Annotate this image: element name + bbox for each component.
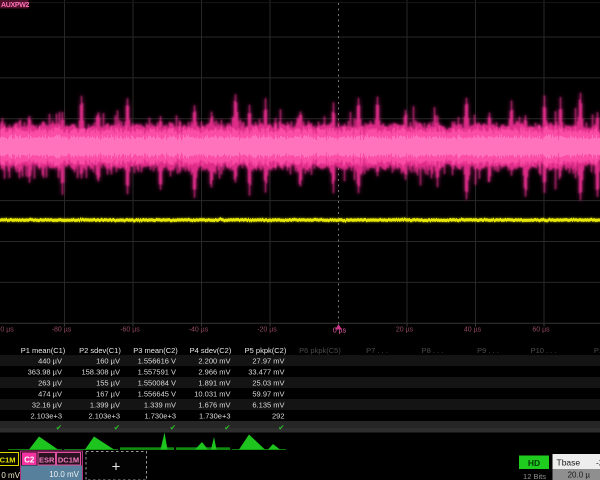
svg-text:1.550084 V: 1.550084 V: [138, 379, 176, 388]
svg-text:-60 µs: -60 µs: [120, 327, 140, 334]
svg-text:0 mV: 0 mV: [1, 471, 20, 480]
svg-text:20.0 µ: 20.0 µ: [568, 471, 591, 480]
svg-text:40 µs: 40 µs: [464, 327, 482, 334]
svg-text:-80 µs: -80 µs: [52, 327, 72, 334]
svg-text:167 µV: 167 µV: [96, 390, 120, 399]
svg-text:33.477 mV: 33.477 mV: [248, 368, 284, 377]
svg-text:P1 mean(C1): P1 mean(C1): [21, 346, 66, 355]
svg-text:440 µV: 440 µV: [38, 357, 62, 366]
svg-text:P10 . . .: P10 . . .: [531, 346, 557, 355]
svg-text:1.556645 V: 1.556645 V: [138, 390, 176, 399]
svg-text:ESR: ESR: [39, 455, 55, 464]
svg-text:DC1M: DC1M: [0, 456, 16, 465]
svg-text:2.103e+3: 2.103e+3: [89, 412, 121, 421]
svg-text:1.339 mV: 1.339 mV: [144, 401, 176, 410]
svg-text:10.031 mV: 10.031 mV: [194, 390, 230, 399]
svg-text:HD: HD: [528, 458, 540, 468]
svg-text:363.98 µV: 363.98 µV: [28, 368, 62, 377]
svg-text:DC1M: DC1M: [58, 455, 79, 464]
svg-text:P2 sdev(C1): P2 sdev(C1): [79, 346, 121, 355]
svg-text:AUXPW2: AUXPW2: [1, 2, 30, 9]
svg-text:27.97 mV: 27.97 mV: [252, 357, 284, 366]
svg-text:59.97 mV: 59.97 mV: [252, 390, 284, 399]
svg-text:✔: ✔: [224, 423, 230, 432]
svg-text:✔: ✔: [170, 423, 176, 432]
svg-text:10.0 mV: 10.0 mV: [49, 470, 79, 479]
svg-text:P6 pkpk(C5): P6 pkpk(C5): [299, 346, 341, 355]
svg-text:12 Bits: 12 Bits: [523, 472, 546, 480]
svg-text:+: +: [112, 459, 121, 476]
svg-text:1.556616 V: 1.556616 V: [138, 357, 176, 366]
svg-text:160 µV: 160 µV: [96, 357, 120, 366]
svg-text:1.676 mV: 1.676 mV: [198, 401, 230, 410]
svg-text:-40 µs: -40 µs: [189, 327, 209, 334]
svg-text:-2: -2: [596, 458, 600, 468]
svg-text:✔: ✔: [114, 423, 120, 432]
svg-text:2.103e+3: 2.103e+3: [31, 412, 63, 421]
svg-text:-20 µs: -20 µs: [257, 327, 277, 334]
svg-text:1.730e+3: 1.730e+3: [145, 412, 177, 421]
svg-text:✔: ✔: [278, 423, 284, 432]
svg-text:263 µV: 263 µV: [38, 379, 62, 388]
svg-text:Tbase: Tbase: [557, 458, 581, 468]
svg-text:2.200 mV: 2.200 mV: [198, 357, 230, 366]
svg-text:292: 292: [272, 412, 285, 421]
svg-text:P4 sdev(C2): P4 sdev(C2): [190, 346, 232, 355]
svg-text:474 µV: 474 µV: [38, 390, 62, 399]
svg-text:6.135 mV: 6.135 mV: [252, 401, 284, 410]
svg-text:20 µs: 20 µs: [396, 327, 414, 334]
svg-text:1.399 µV: 1.399 µV: [90, 401, 120, 410]
svg-text:1.891 mV: 1.891 mV: [198, 379, 230, 388]
svg-text:1.557591 V: 1.557591 V: [138, 368, 176, 377]
svg-text:25.03 mV: 25.03 mV: [252, 379, 284, 388]
svg-text:P1: P1: [594, 346, 600, 355]
svg-text:60 µs: 60 µs: [532, 327, 550, 334]
svg-text:155 µV: 155 µV: [96, 379, 120, 388]
svg-text:2.966 mV: 2.966 mV: [198, 368, 230, 377]
svg-text:158.308 µV: 158.308 µV: [81, 368, 120, 377]
svg-text:32.16 µV: 32.16 µV: [32, 401, 62, 410]
svg-text:1.730e+3: 1.730e+3: [199, 412, 231, 421]
svg-text:P8 . . .: P8 . . .: [422, 346, 444, 355]
svg-text:✔: ✔: [56, 423, 62, 432]
svg-text:P7 . . .: P7 . . .: [366, 346, 388, 355]
svg-text:C2: C2: [24, 455, 35, 464]
svg-text:-100 µs: -100 µs: [0, 327, 14, 334]
svg-text:P9 . . .: P9 . . .: [477, 346, 499, 355]
svg-text:P3 mean(C2): P3 mean(C2): [133, 346, 178, 355]
svg-text:P5 pkpk(C2): P5 pkpk(C2): [245, 346, 287, 355]
